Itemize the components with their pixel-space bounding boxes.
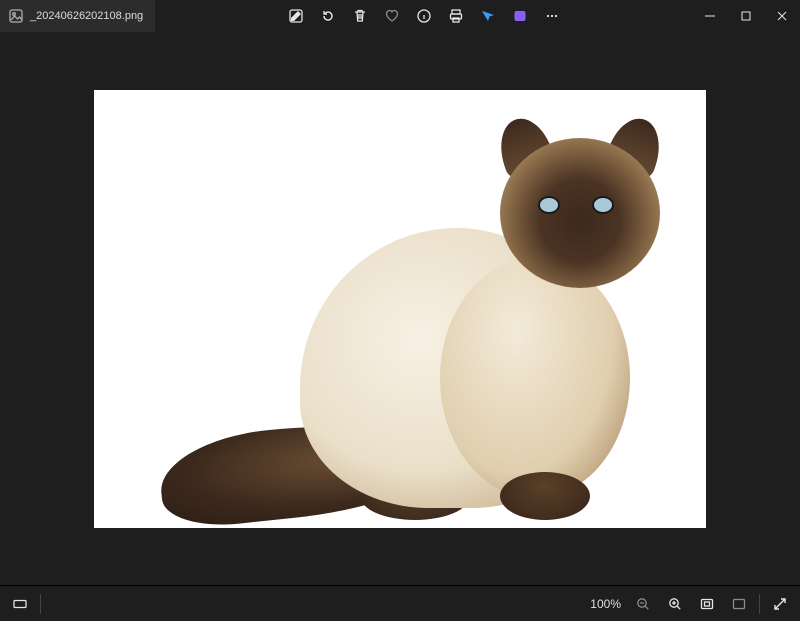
clipchamp-button[interactable] (505, 1, 535, 31)
info-button[interactable] (409, 1, 439, 31)
displayed-image (94, 90, 706, 528)
rotate-button[interactable] (313, 1, 343, 31)
window-controls (692, 0, 800, 32)
minimize-button[interactable] (692, 0, 728, 32)
maximize-button[interactable] (728, 0, 764, 32)
divider (759, 594, 760, 614)
statusbar: 100% (0, 585, 800, 621)
visual-search-button[interactable] (473, 1, 503, 31)
titlebar: _20240626202108.png (0, 0, 800, 32)
more-button[interactable] (537, 1, 567, 31)
delete-button[interactable] (345, 1, 375, 31)
zoom-out-button[interactable] (627, 588, 659, 620)
fit-to-window-button[interactable] (691, 588, 723, 620)
edit-button[interactable] (281, 1, 311, 31)
fullscreen-button[interactable] (764, 588, 796, 620)
zoom-percent-label: 100% (584, 597, 627, 611)
file-tab[interactable]: _20240626202108.png (0, 0, 156, 32)
actual-size-button[interactable] (723, 588, 755, 620)
image-canvas[interactable] (0, 32, 800, 585)
print-button[interactable] (441, 1, 471, 31)
favorite-button[interactable] (377, 1, 407, 31)
divider (40, 594, 41, 614)
photos-app-icon (8, 8, 24, 24)
top-toolbar (156, 0, 692, 32)
cat-illustration (140, 108, 660, 528)
tab-filename: _20240626202108.png (30, 10, 143, 22)
close-button[interactable] (764, 0, 800, 32)
filmstrip-button[interactable] (4, 588, 36, 620)
zoom-in-button[interactable] (659, 588, 691, 620)
